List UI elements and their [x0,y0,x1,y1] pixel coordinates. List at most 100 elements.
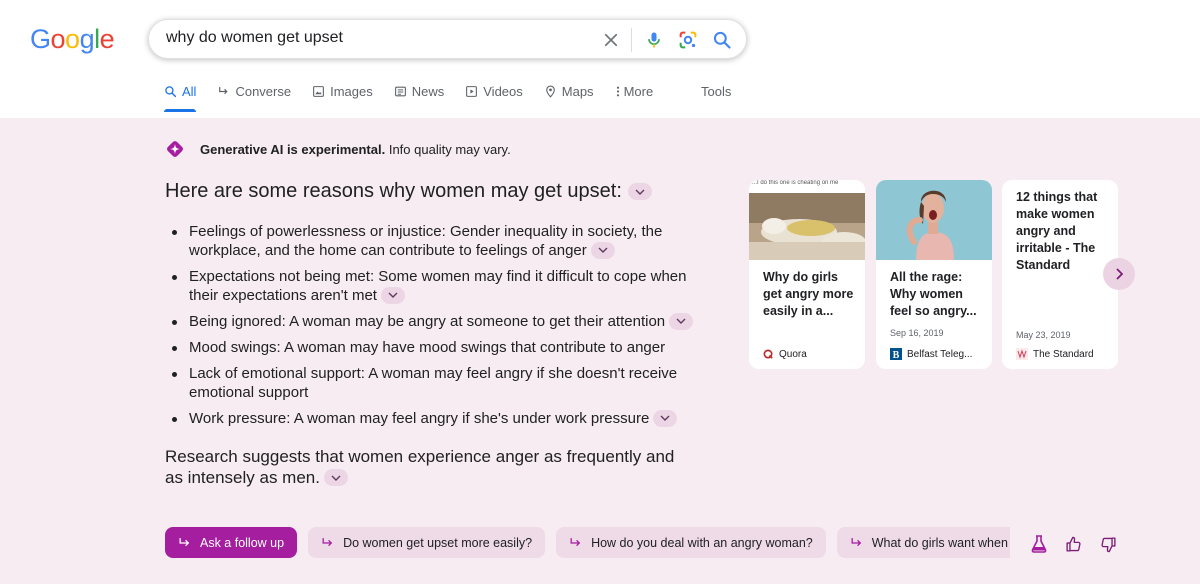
suggested-question-chip[interactable]: What do girls want when they are angry? [836,527,1010,558]
source-card[interactable]: 12 things that make women angry and irri… [1002,180,1118,369]
card-source: The Standard [1016,348,1112,360]
generative-ai-panel: Generative AI is experimental. Info qual… [0,118,1200,584]
heading-text: Here are some reasons why women may get … [165,180,622,202]
card-thumbnail-bed: ...I do this one is cheating on me [749,180,865,260]
reason-text: Lack of emotional support: A woman may f… [189,365,678,401]
quora-icon [763,349,773,359]
lens-camera-icon[interactable] [676,28,700,52]
google-logo[interactable]: Google [30,24,115,55]
expand-chevron-icon[interactable] [323,469,348,487]
reasons-list: Feelings of powerlessness or injustice: … [170,222,715,435]
reason-text: Expectations not being met: Some women m… [189,268,687,304]
chip-label: Ask a follow up [200,535,285,550]
arrow-return-icon [570,537,581,546]
reason-list-item: Expectations not being met: Some women m… [170,267,715,305]
expand-chevron-icon[interactable] [380,286,405,304]
source-card[interactable]: All the rage: Why women feel so angry...… [876,180,992,369]
logo-letter: e [99,24,115,54]
chip-label: What do girls want when they are angry? [871,535,1010,550]
ai-answer-heading: Here are some reasons why women may get … [165,180,652,203]
play-icon [466,86,478,97]
tab-maps[interactable]: Maps [544,78,594,112]
header: Google why do women get upset All Conver… [0,0,1200,118]
belfast-telegraph-icon: B [890,348,902,360]
card-date: May 23, 2019 [1016,330,1071,340]
card-thumbnail-angry-woman [876,180,992,260]
chip-label: How do you deal with an angry woman? [591,535,813,550]
reason-list-item: Being ignored: A woman may be angry at s… [170,312,715,331]
tab-label: More [623,84,654,99]
card-title[interactable]: All the rage: Why women feel so angry... [890,269,982,320]
arrow-return-icon [851,537,861,546]
microphone-icon[interactable] [642,28,666,52]
reason-list-item: Mood swings: A woman may have mood swing… [170,338,715,357]
arrow-return-icon [179,537,190,546]
search-divider [631,28,632,52]
suggested-question-chip[interactable]: How do you deal with an angry woman? [556,527,826,558]
search-submit-icon[interactable] [710,28,734,52]
clear-icon[interactable] [599,28,623,52]
reason-list-item: Feelings of powerlessness or injustice: … [170,222,715,260]
tab-videos[interactable]: Videos [465,78,523,112]
reason-text: Mood swings: A woman may have mood swing… [189,339,666,356]
thumbs-down-icon[interactable] [1098,534,1118,554]
dots-vertical-icon [616,86,619,97]
tools-button[interactable]: Tools [701,84,731,99]
tab-label: Images [330,84,373,99]
sparkle-icon [167,141,183,157]
suggested-question-chip[interactable]: Do women get upset more easily? [308,527,546,558]
image-icon [313,86,325,97]
expand-chevron-icon[interactable] [669,312,694,330]
tab-news[interactable]: News [394,78,445,112]
card-source-name: The Standard [1033,348,1094,360]
arrow-return-icon [322,537,333,546]
cards-next-button[interactable] [1103,258,1135,290]
follow-up-bar: Ask a follow up Do women get upset more e… [165,527,1010,559]
chevron-right-icon [1116,268,1124,280]
expand-chevron-icon[interactable] [590,241,615,259]
card-title[interactable]: Why do girls get angry more easily in a.… [763,269,855,320]
search-tabs: All Converse Images News Videos Maps Mor… [164,78,674,118]
search-box[interactable] [148,19,747,59]
reason-list-item: Work pressure: A woman may feel angry if… [170,409,715,428]
map-pin-icon [545,85,555,98]
the-standard-icon [1016,348,1028,360]
arrow-return-icon [219,87,229,95]
research-text: Research suggests that women experience … [165,447,675,487]
logo-letter: o [50,24,66,54]
tab-label: Converse [235,84,292,99]
labs-flask-icon[interactable] [1029,534,1049,554]
card-source-name: Quora [779,349,807,360]
reason-text: Work pressure: A woman may feel angry if… [189,410,650,427]
expand-chevron-icon[interactable] [653,409,678,427]
expand-chevron-icon[interactable] [627,183,652,200]
logo-letter: o [65,24,80,54]
tab-more[interactable]: More [615,78,654,112]
tab-label: All [182,84,197,99]
tab-images[interactable]: Images [312,78,373,112]
logo-letter: g [79,24,95,54]
card-title[interactable]: 12 things that make women angry and irri… [1016,189,1106,274]
thumbs-up-icon[interactable] [1063,534,1083,554]
reason-list-item: Lack of emotional support: A woman may f… [170,364,715,402]
svg-text:B: B [893,350,900,360]
logo-letter: G [30,24,51,54]
card-source: Quora [763,349,859,360]
experimental-notice: Generative AI is experimental. Info qual… [164,138,511,160]
thumbnail-caption: ...I do this one is cheating on me [752,180,839,186]
notice-text: Info quality may vary. [385,141,511,157]
tab-all[interactable]: All [164,78,197,112]
card-source: B Belfast Teleg... [890,348,986,360]
tab-label: Maps [561,84,594,99]
tab-label: News [411,84,445,99]
reason-text: Being ignored: A woman may be angry at s… [189,313,666,330]
chip-label: Do women get upset more easily? [343,535,533,550]
news-icon [394,86,406,97]
search-input[interactable] [166,29,586,47]
ask-follow-up-button[interactable]: Ask a follow up [165,527,298,558]
source-card[interactable]: ...I do this one is cheating on me Why d… [749,180,865,369]
research-summary: Research suggests that women experience … [165,446,685,488]
search-icon [165,86,177,98]
notice-bold: Generative AI is experimental. [200,141,386,157]
tab-converse[interactable]: Converse [217,78,291,112]
